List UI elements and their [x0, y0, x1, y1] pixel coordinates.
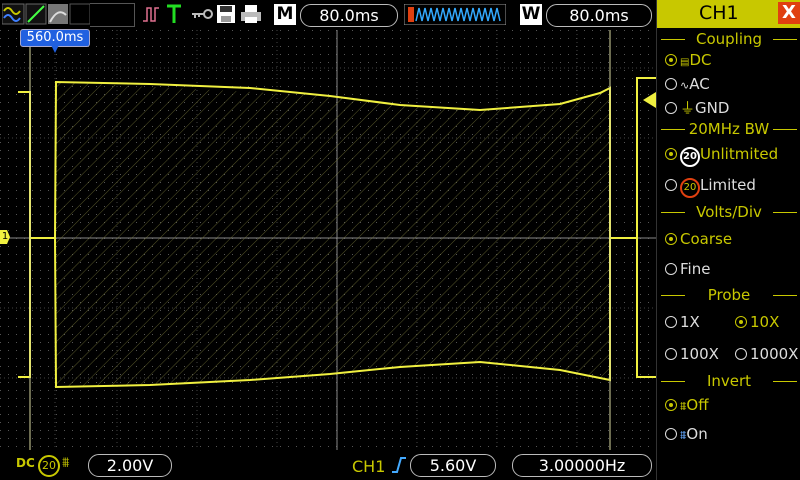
- option-label: Unlitmited: [700, 145, 779, 163]
- radio-icon: [665, 102, 677, 114]
- channel-settings-panel: CH1 X Coupling ▤DC ∿AC ⏚GND 20MHz BW 20 U…: [656, 0, 800, 480]
- radio-icon: [665, 78, 677, 90]
- close-button[interactable]: X: [778, 2, 800, 24]
- bw-option-limited[interactable]: 20 Limited: [665, 176, 756, 198]
- pulse-icon[interactable]: [142, 3, 160, 25]
- timebase-value[interactable]: 80.0ms: [300, 4, 398, 27]
- bw-option-unlimited[interactable]: 20 Unlitmited: [665, 145, 778, 167]
- memory-window-indicator: [404, 4, 506, 25]
- option-label: 1000X: [750, 345, 799, 363]
- probe-option-10x[interactable]: 10X: [735, 313, 779, 331]
- key-icon[interactable]: [190, 3, 214, 25]
- option-label: AC: [689, 75, 710, 93]
- probe-option-1x[interactable]: 1X: [665, 313, 700, 331]
- frequency-value: 3.00000Hz: [512, 454, 652, 477]
- dc-coupling-icon: DC: [16, 456, 35, 470]
- bw-heading: 20MHz BW: [657, 120, 800, 138]
- option-label: Limited: [700, 176, 756, 194]
- invert-option-off[interactable]: ⩩Off: [665, 396, 709, 414]
- ground-icon: ⏚: [680, 99, 696, 117]
- rising-edge-icon: [392, 457, 406, 473]
- option-label: DC: [689, 51, 712, 69]
- probe-heading: Probe: [657, 286, 800, 304]
- window-badge: W: [520, 4, 542, 25]
- option-label: On: [686, 425, 708, 443]
- option-label: 100X: [680, 345, 719, 363]
- volts-div-heading: Volts/Div: [657, 203, 800, 221]
- bw-20-limited-icon: 20: [680, 178, 700, 198]
- top-toolbar: M 80.0ms W 80.0ms: [0, 0, 656, 30]
- coupling-option-gnd[interactable]: ⏚GND: [665, 97, 729, 118]
- display-mode-icons[interactable]: [2, 3, 90, 25]
- coupling-option-dc[interactable]: ▤DC: [665, 51, 711, 69]
- trigger-channel-label: CH1: [352, 457, 386, 476]
- option-label: 10X: [750, 313, 780, 331]
- radio-icon: [665, 179, 677, 191]
- option-label: Off: [686, 396, 709, 414]
- trigger-icon[interactable]: [166, 3, 182, 25]
- radio-dot-icon: [665, 233, 677, 245]
- radio-icon: [665, 348, 677, 360]
- option-label: 1X: [680, 313, 700, 331]
- blank-indicator: [90, 3, 135, 27]
- mode-badge: M: [274, 4, 296, 25]
- radio-icon: [735, 348, 747, 360]
- bw-limit-icon: 20: [38, 455, 60, 477]
- panel-header: CH1 X: [657, 0, 800, 28]
- bottom-status-bar: DC 20 ⩩ 2.00V CH1 5.60V 3.00000Hz: [0, 450, 656, 480]
- radio-dot-icon: [665, 54, 677, 66]
- print-icon[interactable]: [240, 3, 262, 25]
- bw-20-icon: 20: [680, 147, 700, 167]
- signal-envelope-fill: [56, 82, 610, 387]
- invert-icon: ⩩: [62, 455, 70, 471]
- option-label: Fine: [680, 260, 711, 278]
- trigger-level-value[interactable]: 5.60V: [410, 454, 496, 477]
- probe-option-100x[interactable]: 100X: [665, 345, 719, 363]
- option-label: GND: [695, 99, 730, 117]
- radio-dot-icon: [665, 148, 677, 160]
- waveform-display: [0, 30, 656, 450]
- volts-per-div-value[interactable]: 2.00V: [88, 454, 172, 477]
- volts-option-coarse[interactable]: Coarse: [665, 230, 732, 248]
- ac-icon: ∿: [680, 79, 690, 92]
- save-icon[interactable]: [216, 3, 236, 25]
- radio-dot-icon: [665, 399, 677, 411]
- coupling-heading: Coupling: [657, 30, 800, 48]
- coupling-option-ac[interactable]: ∿AC: [665, 75, 710, 93]
- radio-dot-icon: [735, 316, 747, 328]
- invert-option-on[interactable]: ⩩On: [665, 425, 708, 443]
- trigger-marker-pointer: [51, 45, 59, 53]
- radio-icon: [665, 428, 677, 440]
- window-time-value[interactable]: 80.0ms: [546, 4, 652, 27]
- panel-title: CH1: [699, 2, 739, 24]
- invert-heading: Invert: [657, 372, 800, 390]
- radio-icon: [665, 316, 677, 328]
- option-label: Coarse: [680, 230, 733, 248]
- probe-option-1000x[interactable]: 1000X: [735, 345, 798, 363]
- volts-option-fine[interactable]: Fine: [665, 260, 710, 278]
- radio-icon: [665, 263, 677, 275]
